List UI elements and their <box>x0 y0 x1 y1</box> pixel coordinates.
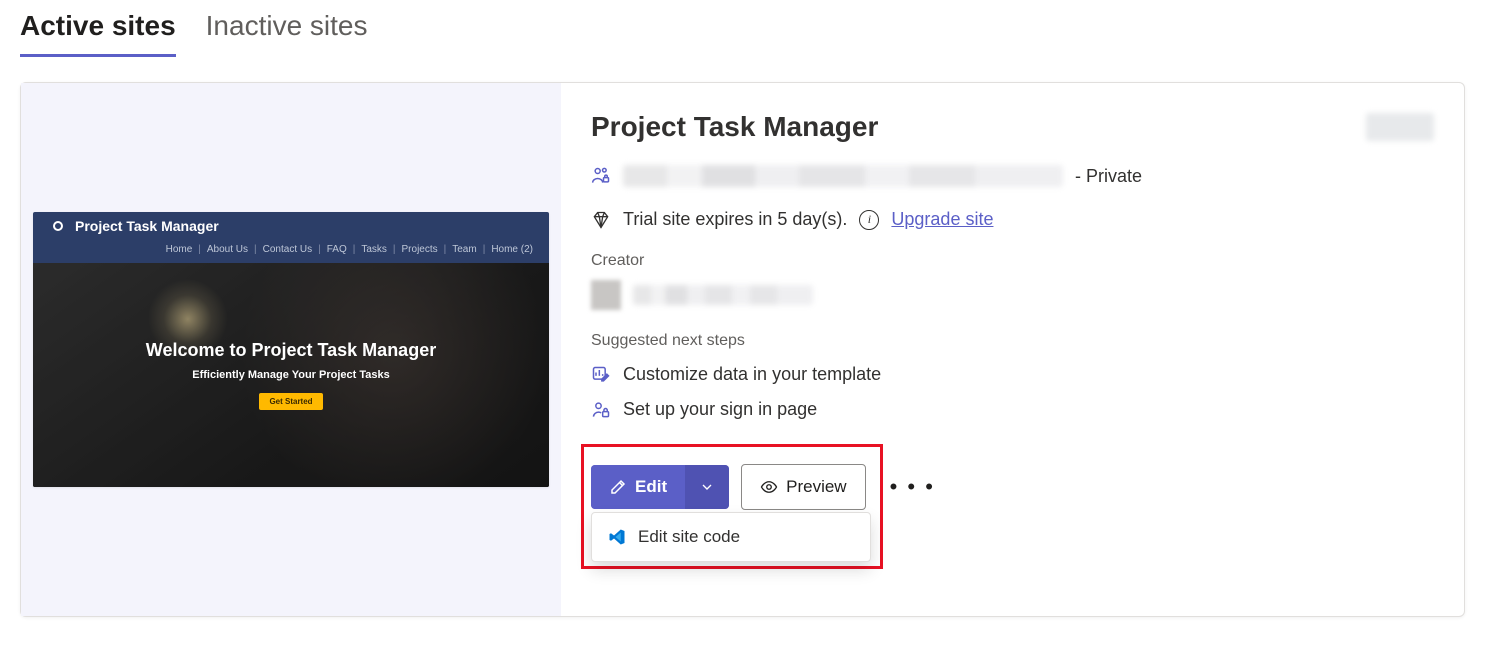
thumb-hero-title: Welcome to Project Task Manager <box>146 340 436 361</box>
thumb-hero: Welcome to Project Task Manager Efficien… <box>33 263 549 487</box>
more-actions-button[interactable]: • • • <box>878 466 947 508</box>
tab-inactive-sites[interactable]: Inactive sites <box>206 10 368 57</box>
thumb-hero-cta: Get Started <box>259 393 322 410</box>
chevron-down-icon <box>699 479 715 495</box>
thumb-nav-item: Team <box>452 244 476 255</box>
tabs-bar: Active sites Inactive sites <box>20 10 1465 57</box>
thumb-hero-subtitle: Efficiently Manage Your Project Tasks <box>146 369 436 381</box>
thumb-nav-item: Contact Us <box>263 244 312 255</box>
tab-active-sites[interactable]: Active sites <box>20 10 176 57</box>
person-lock-icon <box>591 400 611 420</box>
redacted-creator-name <box>633 285 813 305</box>
trial-expiry-text: Trial site expires in 5 day(s). <box>623 209 847 230</box>
diamond-icon <box>591 210 611 230</box>
edit-split-button: Edit <box>591 465 729 509</box>
edit-dropdown-menu: Edit site code <box>591 512 871 562</box>
thumb-nav-item: About Us <box>207 244 248 255</box>
thumb-nav-item: FAQ <box>327 244 347 255</box>
chart-edit-icon <box>591 365 611 385</box>
site-logo-icon <box>53 221 63 231</box>
thumb-nav: Home| About Us| Contact Us| FAQ| Tasks| … <box>33 240 549 263</box>
redacted-url <box>623 165 1063 187</box>
thumb-nav-item: Home <box>166 244 193 255</box>
step-customize-data[interactable]: Customize data in your template <box>623 364 881 385</box>
site-thumbnail[interactable]: Project Task Manager Home| About Us| Con… <box>33 212 549 487</box>
preview-button-label: Preview <box>786 477 846 497</box>
site-detail-panel: Project Task Manager - Private Tri <box>561 83 1464 616</box>
creator-avatar <box>591 280 621 310</box>
thumb-header: Project Task Manager <box>33 212 549 240</box>
creator-label: Creator <box>591 252 1434 270</box>
thumb-nav-item: Tasks <box>361 244 387 255</box>
edit-site-code-label: Edit site code <box>638 527 740 547</box>
action-bar: Edit Preview • • • <box>591 464 1434 510</box>
info-icon[interactable]: i <box>859 210 879 230</box>
site-thumbnail-panel: Project Task Manager Home| About Us| Con… <box>21 83 561 616</box>
preview-button[interactable]: Preview <box>741 464 865 510</box>
vscode-icon <box>608 528 626 546</box>
thumb-nav-item: Home (2) <box>491 244 533 255</box>
edit-dropdown-button[interactable] <box>685 465 729 509</box>
site-title: Project Task Manager <box>591 111 878 143</box>
pencil-icon <box>609 478 627 496</box>
upgrade-site-link[interactable]: Upgrade site <box>891 209 993 230</box>
edit-site-code-item[interactable]: Edit site code <box>592 513 870 561</box>
thumb-nav-item: Projects <box>402 244 438 255</box>
suggested-steps-label: Suggested next steps <box>591 332 1434 350</box>
redacted-badge <box>1366 113 1434 141</box>
edit-button[interactable]: Edit <box>591 465 685 509</box>
privacy-label: - Private <box>1075 166 1142 187</box>
site-card: Project Task Manager Home| About Us| Con… <box>20 82 1465 617</box>
edit-button-label: Edit <box>635 477 667 497</box>
people-lock-icon <box>591 166 611 186</box>
step-setup-signin[interactable]: Set up your sign in page <box>623 399 817 420</box>
eye-icon <box>760 478 778 496</box>
thumb-site-name: Project Task Manager <box>75 218 219 234</box>
